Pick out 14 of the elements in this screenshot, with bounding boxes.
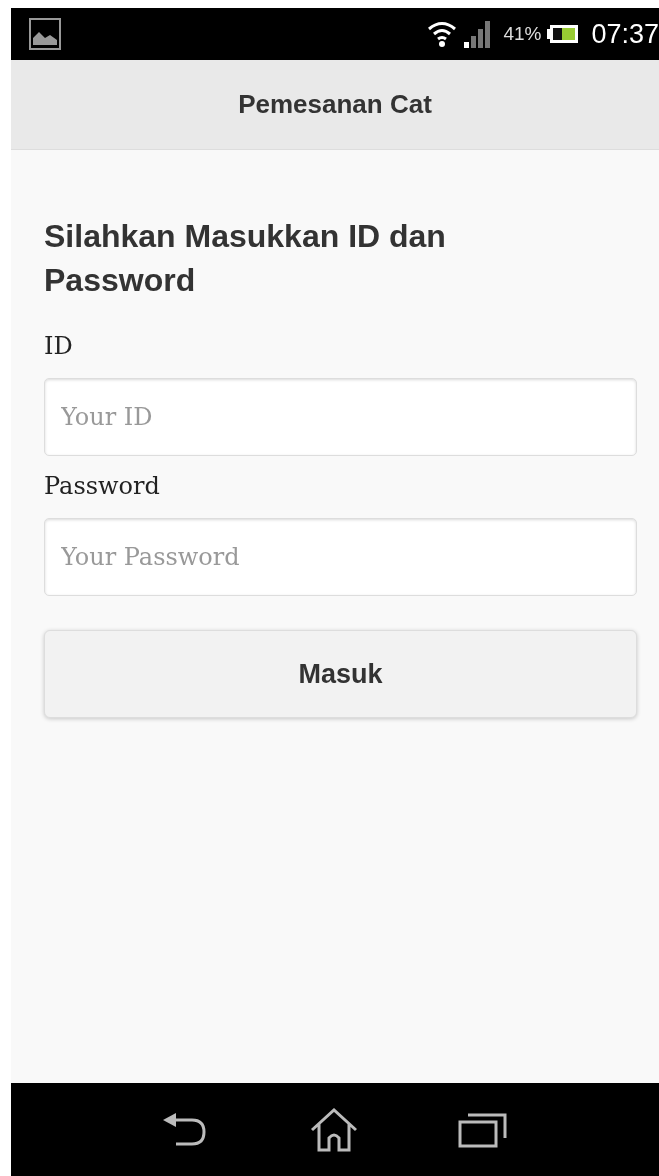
field-label: ID bbox=[44, 332, 74, 360]
page-title: Pemesanan Cat bbox=[238, 89, 432, 120]
battery-percent: 41% bbox=[503, 23, 542, 45]
input-field[interactable]: Your ID bbox=[44, 378, 637, 456]
clock: 07:37 bbox=[591, 18, 659, 50]
form-heading: Silahkan Masukkan ID dan Password bbox=[44, 217, 447, 300]
recent-apps-icon[interactable] bbox=[458, 1111, 508, 1148]
home-icon[interactable] bbox=[310, 1107, 358, 1152]
login-button[interactable]: Masuk bbox=[44, 630, 637, 718]
input-field[interactable]: Your Password bbox=[44, 518, 637, 596]
image-icon bbox=[29, 18, 61, 50]
field-label: Password bbox=[44, 472, 161, 500]
wifi-icon bbox=[427, 19, 458, 49]
battery-icon bbox=[547, 24, 580, 44]
